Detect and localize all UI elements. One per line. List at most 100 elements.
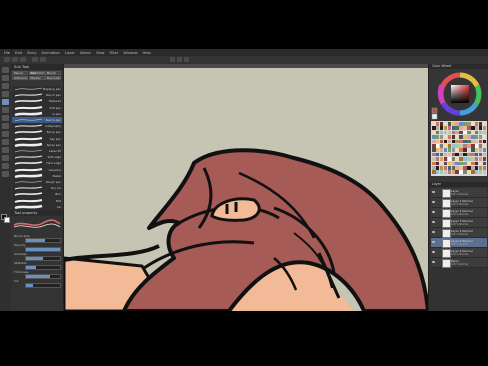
- color-swatch[interactable]: [482, 135, 487, 139]
- color-swatch[interactable]: [482, 170, 487, 174]
- color-swatch[interactable]: [482, 144, 487, 148]
- subtool-tab[interactable]: Brush: [45, 71, 61, 75]
- brush-item[interactable]: Spray pen: [12, 142, 62, 148]
- eye-icon[interactable]: [432, 241, 435, 243]
- color-swatch[interactable]: [482, 161, 487, 166]
- menu-item[interactable]: Filter: [109, 51, 118, 55]
- brush-item[interactable]: Lasso fill: [12, 148, 62, 154]
- pencil-icon[interactable]: [2, 107, 9, 113]
- new-file-icon[interactable]: [4, 57, 10, 62]
- brush-item[interactable]: Turnip pen: [12, 129, 62, 135]
- gradient-icon[interactable]: [2, 147, 9, 153]
- color-swatch[interactable]: [482, 130, 487, 135]
- subtool-tab[interactable]: Decoration: [45, 76, 61, 80]
- tool-prop-slider[interactable]: [25, 274, 61, 279]
- sub-color-swatch[interactable]: [4, 217, 10, 223]
- ruler-icon[interactable]: [2, 163, 9, 169]
- layer-op2-icon[interactable]: [177, 57, 182, 62]
- layer-row[interactable]: Layer 2 Normal 100 % Normal: [431, 208, 487, 218]
- move-icon[interactable]: [2, 75, 9, 81]
- color-swatch[interactable]: [482, 122, 487, 126]
- brush-item[interactable]: Mapping pen: [12, 86, 62, 92]
- canvas-area[interactable]: [64, 64, 428, 311]
- layer-row[interactable]: Paper 100 % Normal: [431, 258, 487, 268]
- menu-item[interactable]: File: [4, 51, 10, 55]
- brush-item[interactable]: Saji pen: [12, 136, 62, 142]
- fill-icon[interactable]: [2, 139, 9, 145]
- layer-row[interactable]: Layer 6 Normal 100 % Normal: [431, 248, 487, 258]
- brush-icon[interactable]: [2, 115, 9, 121]
- subtool-tab[interactable]: Airbrush: [12, 76, 28, 80]
- text-icon[interactable]: [2, 155, 9, 161]
- eye-icon[interactable]: [432, 261, 435, 263]
- airbrush-icon[interactable]: [2, 123, 9, 129]
- color-swatch[interactable]: [482, 148, 487, 152]
- tool-prop-slider[interactable]: [25, 238, 61, 243]
- color-wheel[interactable]: [429, 70, 488, 120]
- brush-item[interactable]: Calligraphy: [12, 123, 62, 129]
- subtool-tab[interactable]: Pen: [28, 71, 45, 75]
- tool-prop-slider[interactable]: [25, 265, 61, 270]
- menu-item[interactable]: Edit: [15, 51, 22, 55]
- brush-item[interactable]: Textured: [12, 98, 62, 104]
- subtool-tab[interactable]: Marker: [28, 76, 45, 80]
- layer-row[interactable]: Layer 3 Normal 100 % Normal: [431, 218, 487, 228]
- color-swatch[interactable]: [482, 152, 487, 157]
- color-swatch[interactable]: [482, 139, 487, 144]
- brush-item[interactable]: Round pen: [12, 92, 62, 98]
- redo-icon[interactable]: [40, 57, 46, 62]
- brush-item[interactable]: Gouache: [12, 167, 62, 173]
- menu-item[interactable]: Animation: [41, 51, 59, 55]
- color-swatch[interactable]: [482, 157, 487, 161]
- layer-op-icon[interactable]: [170, 57, 175, 62]
- tool-prop-slider[interactable]: [25, 247, 61, 252]
- save-icon[interactable]: [20, 57, 26, 62]
- eye-icon[interactable]: [432, 201, 435, 203]
- color-swatch[interactable]: [482, 126, 487, 130]
- brush-name: Mapping pen: [42, 87, 61, 91]
- brush-item[interactable]: Soft pen: [12, 105, 62, 111]
- pen-icon[interactable]: [2, 99, 9, 105]
- brush-preview-icon: [14, 142, 43, 147]
- layer-row[interactable]: Layer 1 Normal 100 % Normal: [431, 198, 487, 208]
- subtool-tab[interactable]: Pencil: [12, 71, 28, 75]
- brush-item[interactable]: Blur: [12, 191, 62, 197]
- menu-item[interactable]: Select: [80, 51, 91, 55]
- subtool-tabs: PencilPenBrush AirbrushMarkerDecoration: [12, 71, 62, 85]
- drawing-canvas[interactable]: [64, 68, 428, 311]
- eye-icon[interactable]: [432, 221, 435, 223]
- tool-prop-slider[interactable]: [25, 283, 61, 288]
- brush-item[interactable]: Felt: [12, 198, 62, 204]
- brush-item[interactable]: G-pen: [12, 111, 62, 117]
- eye-icon[interactable]: [432, 251, 435, 253]
- brush-item[interactable]: Real G-pen: [12, 117, 62, 123]
- select-icon[interactable]: [2, 83, 9, 89]
- color-set-panel[interactable]: [431, 121, 487, 176]
- menu-item[interactable]: Story: [27, 51, 37, 55]
- layer-row[interactable]: Layer 100 % Normal: [431, 188, 487, 198]
- menu-item[interactable]: Layer: [65, 51, 75, 55]
- brush-item[interactable]: Soft edge: [12, 154, 62, 160]
- undo-icon[interactable]: [32, 57, 38, 62]
- brush-item[interactable]: Pastel: [12, 173, 62, 179]
- zoom-icon[interactable]: [2, 67, 9, 73]
- tool-prop-slider[interactable]: [25, 256, 61, 261]
- brush-item[interactable]: Ink: [12, 204, 62, 210]
- eyedropper-icon[interactable]: [2, 91, 9, 97]
- layer-op3-icon[interactable]: [184, 57, 189, 62]
- blend-icon[interactable]: [2, 171, 9, 177]
- eye-icon[interactable]: [432, 191, 435, 193]
- brush-item[interactable]: Dry ink: [12, 185, 62, 191]
- color-swatch[interactable]: [482, 166, 487, 170]
- open-file-icon[interactable]: [12, 57, 18, 62]
- layer-row[interactable]: Layer 5 Normal 100 % Normal: [431, 238, 487, 248]
- eraser-icon[interactable]: [2, 131, 9, 137]
- eye-icon[interactable]: [432, 211, 435, 213]
- menu-item[interactable]: View: [96, 51, 105, 55]
- menu-item[interactable]: Window: [123, 51, 137, 55]
- menu-item[interactable]: Help: [143, 51, 151, 55]
- eye-icon[interactable]: [432, 231, 435, 233]
- brush-item[interactable]: Hard edge: [12, 160, 62, 166]
- brush-item[interactable]: Rough pen: [12, 179, 62, 185]
- layer-row[interactable]: Layer 4 Normal 100 % Normal: [431, 228, 487, 238]
